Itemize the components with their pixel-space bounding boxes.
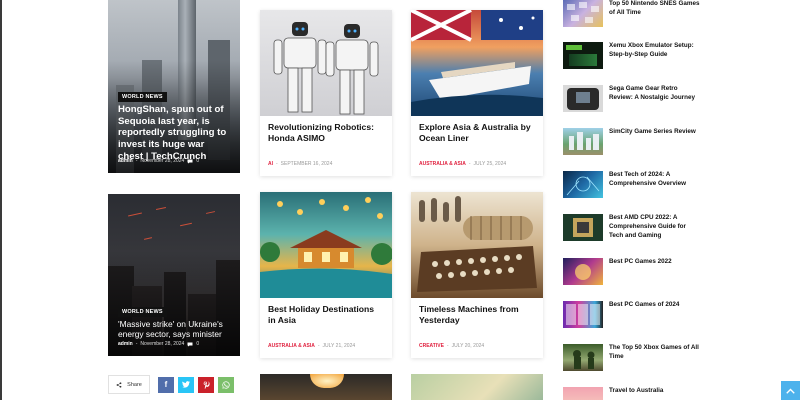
article-date: JULY 20, 2024 — [451, 343, 485, 349]
post-date: November 28, 2024 — [140, 341, 185, 347]
sidebar-post[interactable]: Top 50 Nintendo SNES Games of All Time — [563, 0, 743, 30]
sidebar-post-title[interactable]: Best AMD CPU 2022: A Comprehensive Guide… — [609, 214, 701, 244]
comment-icon — [187, 159, 193, 163]
post-meta: admin - November 28, 2024 0 — [118, 341, 200, 347]
article-image-vintage-machine[interactable] — [411, 192, 543, 298]
article-card-robotics[interactable]: Revolutionizing Robotics: Honda ASIMO AI… — [260, 10, 392, 176]
article-title[interactable]: Explore Asia & Australia by Ocean Liner — [419, 122, 535, 144]
article-image-lantern-village[interactable] — [260, 192, 392, 298]
article-image-ocean-liner[interactable] — [411, 10, 543, 116]
article-card-ocean-liner[interactable]: Explore Asia & Australia by Ocean Liner … — [411, 10, 543, 176]
article-image-robots[interactable] — [260, 10, 392, 116]
article-title[interactable]: Revolutionizing Robotics: Honda ASIMO — [268, 122, 384, 144]
back-to-top-button[interactable] — [781, 381, 800, 400]
category-badge[interactable]: WORLD NEWS — [118, 92, 167, 102]
whatsapp-icon — [222, 380, 230, 389]
category-link[interactable]: AI — [268, 161, 273, 167]
sidebar-post-title[interactable]: Top 50 Nintendo SNES Games of All Time — [609, 0, 701, 30]
sidebar-thumbnail[interactable] — [563, 85, 603, 112]
article-image-partial[interactable] — [411, 374, 543, 400]
sidebar-post-title[interactable]: Sega Game Gear Retro Review: A Nostalgic… — [609, 85, 701, 115]
sidebar-thumbnail[interactable] — [563, 387, 603, 400]
article-meta: AUSTRALIA & ASIA - JULY 25, 2024 — [419, 161, 507, 167]
facebook-share-button[interactable]: f — [158, 376, 174, 393]
sidebar-post[interactable]: Best PC Games 2022 — [563, 258, 743, 288]
share-button[interactable]: Share — [108, 375, 150, 394]
sidebar-post-title[interactable]: SimCity Game Series Review — [609, 128, 701, 158]
sidebar-post-title[interactable]: The Top 50 Xbox Games of All Time — [609, 344, 701, 374]
sidebar-post[interactable]: Best AMD CPU 2022: A Comprehensive Guide… — [563, 214, 743, 244]
sidebar-thumbnail[interactable] — [563, 258, 603, 285]
sidebar-post[interactable]: Xemu Xbox Emulator Setup: Step-by-Step G… — [563, 42, 743, 72]
sidebar-post[interactable]: Travel to Australia — [563, 387, 743, 400]
post-date: November 28, 2024 — [140, 158, 185, 164]
sidebar-thumbnail[interactable] — [563, 0, 603, 27]
share-label: Share — [127, 381, 142, 388]
sidebar-post-title[interactable]: Best PC Games of 2024 — [609, 301, 701, 331]
share-icon — [116, 381, 122, 388]
facebook-icon: f — [164, 380, 168, 389]
sidebar-thumbnail[interactable] — [563, 301, 603, 328]
twitter-icon — [182, 381, 190, 388]
category-link[interactable]: AUSTRALIA & ASIA — [268, 343, 315, 349]
sidebar-thumbnail[interactable] — [563, 42, 603, 69]
category-link[interactable]: AUSTRALIA & ASIA — [419, 161, 466, 167]
featured-title[interactable]: 'Massive strike' on Ukraine's energy sec… — [118, 319, 232, 340]
pinterest-icon — [203, 380, 210, 389]
sidebar-post[interactable]: Sega Game Gear Retro Review: A Nostalgic… — [563, 85, 743, 115]
twitter-share-button[interactable] — [178, 376, 194, 393]
category-link[interactable]: CREATIVE — [419, 343, 444, 349]
sidebar-post[interactable]: SimCity Game Series Review — [563, 128, 743, 158]
sidebar-post[interactable]: Best PC Games of 2024 — [563, 301, 743, 331]
article-meta: AI - SEPTEMBER 16, 2024 — [268, 161, 333, 167]
featured-post-ukraine[interactable]: WORLD NEWS 'Massive strike' on Ukraine's… — [108, 194, 240, 356]
article-date: JULY 21, 2024 — [322, 343, 356, 349]
sidebar-post[interactable]: Best Tech of 2024: A Comprehensive Overv… — [563, 171, 743, 201]
article-meta: AUSTRALIA & ASIA - JULY 21, 2024 — [268, 343, 356, 349]
sidebar-thumbnail[interactable] — [563, 344, 603, 371]
comment-icon — [187, 342, 193, 346]
category-badge[interactable]: WORLD NEWS — [118, 307, 167, 317]
chevron-up-icon — [786, 388, 795, 394]
sidebar-thumbnail[interactable] — [563, 214, 603, 241]
comment-count[interactable]: 0 — [196, 158, 199, 164]
article-date: SEPTEMBER 16, 2024 — [280, 161, 333, 167]
sidebar-post-title[interactable]: Travel to Australia — [609, 387, 701, 400]
sidebar-thumbnail[interactable] — [563, 171, 603, 198]
sidebar-thumbnail[interactable] — [563, 128, 603, 155]
share-bar: Share f — [108, 375, 234, 394]
pinterest-share-button[interactable] — [198, 376, 214, 393]
article-title[interactable]: Best Holiday Destinations in Asia — [268, 304, 384, 326]
author-link[interactable]: admin — [118, 341, 133, 347]
sidebar-post[interactable]: The Top 50 Xbox Games of All Time — [563, 344, 743, 374]
article-meta: CREATIVE - JULY 20, 2024 — [419, 343, 485, 349]
article-date: JULY 25, 2024 — [473, 161, 507, 167]
featured-post-hongshan[interactable]: WORLD NEWS HongShan, spun out of Sequoia… — [108, 0, 240, 173]
article-title[interactable]: Timeless Machines from Yesterday — [419, 304, 535, 326]
article-card-holiday-asia[interactable]: Best Holiday Destinations in Asia AUSTRA… — [260, 192, 392, 358]
post-meta: admin - November 28, 2024 0 — [118, 158, 200, 164]
featured-title[interactable]: HongShan, spun out of Sequoia last year,… — [118, 104, 232, 163]
comment-count[interactable]: 0 — [196, 341, 199, 347]
sidebar-post-title[interactable]: Best PC Games 2022 — [609, 258, 701, 288]
article-image-partial[interactable] — [260, 374, 392, 400]
window-left-border — [0, 0, 2, 400]
whatsapp-share-button[interactable] — [218, 376, 234, 393]
author-link[interactable]: admin — [118, 158, 133, 164]
sidebar-post-title[interactable]: Best Tech of 2024: A Comprehensive Overv… — [609, 171, 701, 201]
sidebar-post-title[interactable]: Xemu Xbox Emulator Setup: Step-by-Step G… — [609, 42, 701, 72]
article-card-timeless-machines[interactable]: Timeless Machines from Yesterday CREATIV… — [411, 192, 543, 358]
